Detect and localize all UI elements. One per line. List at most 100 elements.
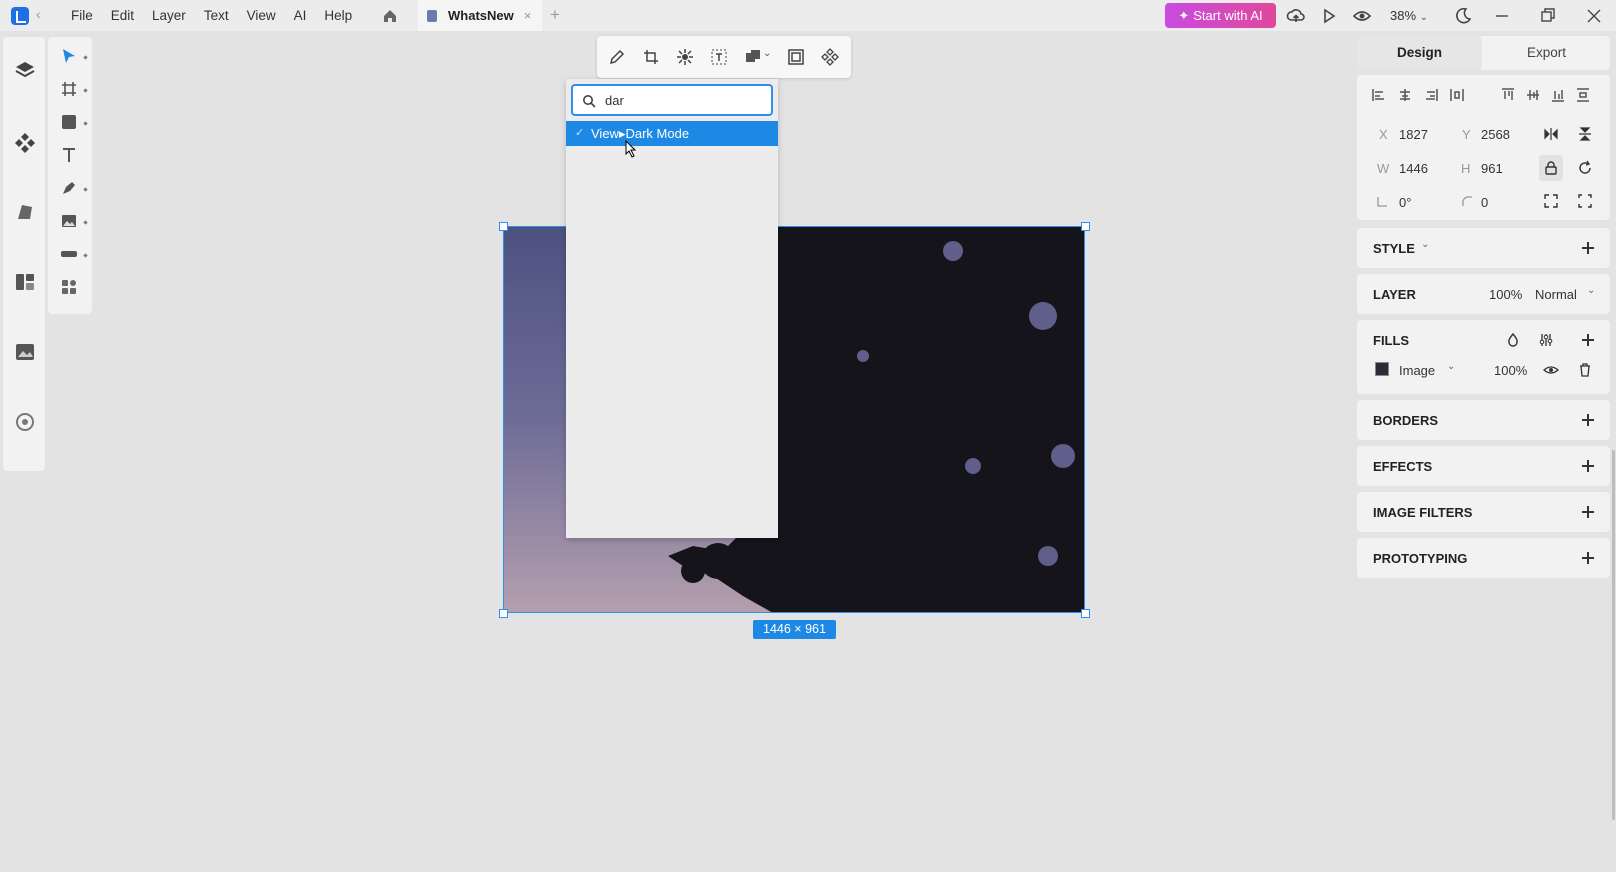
add-style-icon[interactable]	[1582, 242, 1594, 254]
expand-icon[interactable]	[1577, 193, 1593, 209]
resize-handle-bottom-right[interactable]	[1081, 609, 1090, 618]
flip-vertical-icon[interactable]	[1577, 126, 1593, 142]
app-logo-icon[interactable]	[11, 7, 29, 25]
resize-handle-top-right[interactable]	[1081, 222, 1090, 231]
menu-file[interactable]: File	[62, 0, 102, 31]
add-prototyping-icon[interactable]	[1582, 552, 1594, 564]
add-fill-icon[interactable]	[1582, 334, 1594, 346]
zoom-select[interactable]: 38% ⌄	[1390, 0, 1428, 31]
zoom-value: 38%	[1390, 8, 1417, 23]
fill-thumbnail[interactable]	[1375, 362, 1389, 376]
style-title[interactable]: STYLE	[1373, 241, 1415, 256]
widgets-tool-icon[interactable]	[60, 278, 78, 296]
align-center-horizontal-icon[interactable]	[1397, 87, 1413, 103]
tab-whatsnew[interactable]: WhatsNew ×	[418, 0, 542, 31]
h-field[interactable]: 961	[1481, 161, 1503, 176]
templates-icon[interactable]	[14, 271, 36, 293]
blend-mode-select[interactable]: Normal	[1535, 287, 1577, 302]
edit-pencil-icon[interactable]	[608, 48, 626, 66]
text-box-icon[interactable]	[710, 48, 728, 66]
distribute-vertical-icon[interactable]	[1575, 87, 1591, 103]
boolean-icon[interactable]	[744, 48, 762, 66]
adjustments-icon[interactable]	[1538, 332, 1554, 348]
magic-icon[interactable]	[676, 48, 694, 66]
angle-icon	[1377, 197, 1387, 207]
select-tool-icon[interactable]	[60, 47, 78, 65]
h-label: H	[1461, 161, 1471, 176]
flip-horizontal-icon[interactable]	[1543, 126, 1559, 142]
rotate-icon[interactable]	[1577, 160, 1593, 176]
droplet-icon[interactable]	[1505, 332, 1521, 348]
tab-design[interactable]: Design	[1357, 36, 1482, 70]
add-effect-icon[interactable]	[1582, 460, 1594, 472]
home-icon[interactable]	[382, 8, 398, 24]
search-result-dark-mode[interactable]: ✓ View▸Dark Mode	[566, 121, 778, 146]
menu-edit[interactable]: Edit	[102, 0, 143, 31]
title-bar: ‹ File Edit Layer Text View AI Help What…	[0, 0, 1616, 31]
y-field[interactable]: 2568	[1481, 127, 1510, 142]
y-label: Y	[1462, 127, 1471, 142]
document-icon	[427, 9, 437, 22]
menu-text[interactable]: Text	[195, 0, 238, 31]
search-field[interactable]	[571, 84, 773, 116]
frame-tool-icon[interactable]	[60, 80, 78, 98]
add-image-filter-icon[interactable]	[1582, 506, 1594, 518]
components-icon[interactable]	[14, 131, 36, 153]
moon-icon[interactable]	[1453, 6, 1473, 26]
w-field[interactable]: 1446	[1399, 161, 1428, 176]
button-tool-icon[interactable]	[60, 245, 78, 263]
mouse-cursor-icon	[625, 140, 637, 158]
corner-radius-field[interactable]: 0	[1481, 195, 1488, 210]
add-border-icon[interactable]	[1582, 414, 1594, 426]
trash-icon[interactable]	[1577, 362, 1593, 378]
chevron-left-icon[interactable]: ‹	[36, 6, 41, 22]
frame-selection-icon[interactable]	[787, 48, 805, 66]
menu-help[interactable]: Help	[315, 0, 361, 31]
align-right-icon[interactable]	[1423, 87, 1439, 103]
image-library-icon[interactable]	[14, 341, 36, 363]
align-middle-icon[interactable]	[1525, 87, 1541, 103]
crop-icon[interactable]	[642, 48, 660, 66]
right-panel-scrollbar[interactable]	[1612, 450, 1615, 820]
restore-icon[interactable]	[1538, 6, 1558, 26]
close-window-icon[interactable]	[1584, 6, 1604, 26]
add-tab-icon[interactable]: +	[550, 5, 560, 25]
layer-opacity-field[interactable]: 100%	[1489, 287, 1522, 302]
fill-opacity-field[interactable]: 100%	[1494, 363, 1527, 378]
chevron-down-icon[interactable]: ⌄	[763, 48, 771, 59]
tab-export[interactable]: Export	[1483, 36, 1610, 70]
search-input[interactable]	[605, 91, 765, 109]
close-icon[interactable]: ×	[524, 8, 532, 23]
resize-handle-bottom-left[interactable]	[499, 609, 508, 618]
x-field[interactable]: 1827	[1399, 127, 1428, 142]
image-tool-icon[interactable]	[60, 212, 78, 230]
component-icon[interactable]	[821, 48, 839, 66]
plugins-icon[interactable]	[14, 411, 36, 433]
caret-icon	[83, 55, 88, 60]
start-with-ai-button[interactable]: ✦ Start with AI	[1165, 3, 1276, 28]
align-bottom-icon[interactable]	[1550, 87, 1566, 103]
menu-ai[interactable]: AI	[285, 0, 316, 31]
layers-icon[interactable]	[14, 59, 36, 81]
minimize-icon[interactable]	[1492, 6, 1512, 26]
cloud-upload-icon[interactable]	[1286, 6, 1306, 26]
fills-card: FILLS Image ⌄ 100%	[1357, 320, 1610, 394]
right-panel-tabs: Design Export	[1357, 36, 1610, 70]
lock-ratio-button[interactable]	[1539, 155, 1563, 181]
menu-view[interactable]: View	[238, 0, 285, 31]
align-top-icon[interactable]	[1500, 87, 1516, 103]
assets-icon[interactable]	[14, 201, 36, 223]
fill-type-select[interactable]: Image	[1399, 363, 1435, 378]
play-icon[interactable]	[1319, 6, 1339, 26]
pen-tool-icon[interactable]	[60, 179, 78, 197]
resize-handle-top-left[interactable]	[499, 222, 508, 231]
distribute-horizontal-icon[interactable]	[1449, 87, 1465, 103]
align-left-icon[interactable]	[1371, 87, 1387, 103]
fit-frame-icon[interactable]	[1543, 193, 1559, 209]
eye-icon[interactable]	[1543, 362, 1559, 378]
menu-layer[interactable]: Layer	[143, 0, 195, 31]
rotation-field[interactable]: 0°	[1399, 195, 1411, 210]
rectangle-tool-icon[interactable]	[60, 113, 78, 131]
text-tool-icon[interactable]	[60, 146, 78, 164]
eye-icon[interactable]	[1352, 6, 1372, 26]
